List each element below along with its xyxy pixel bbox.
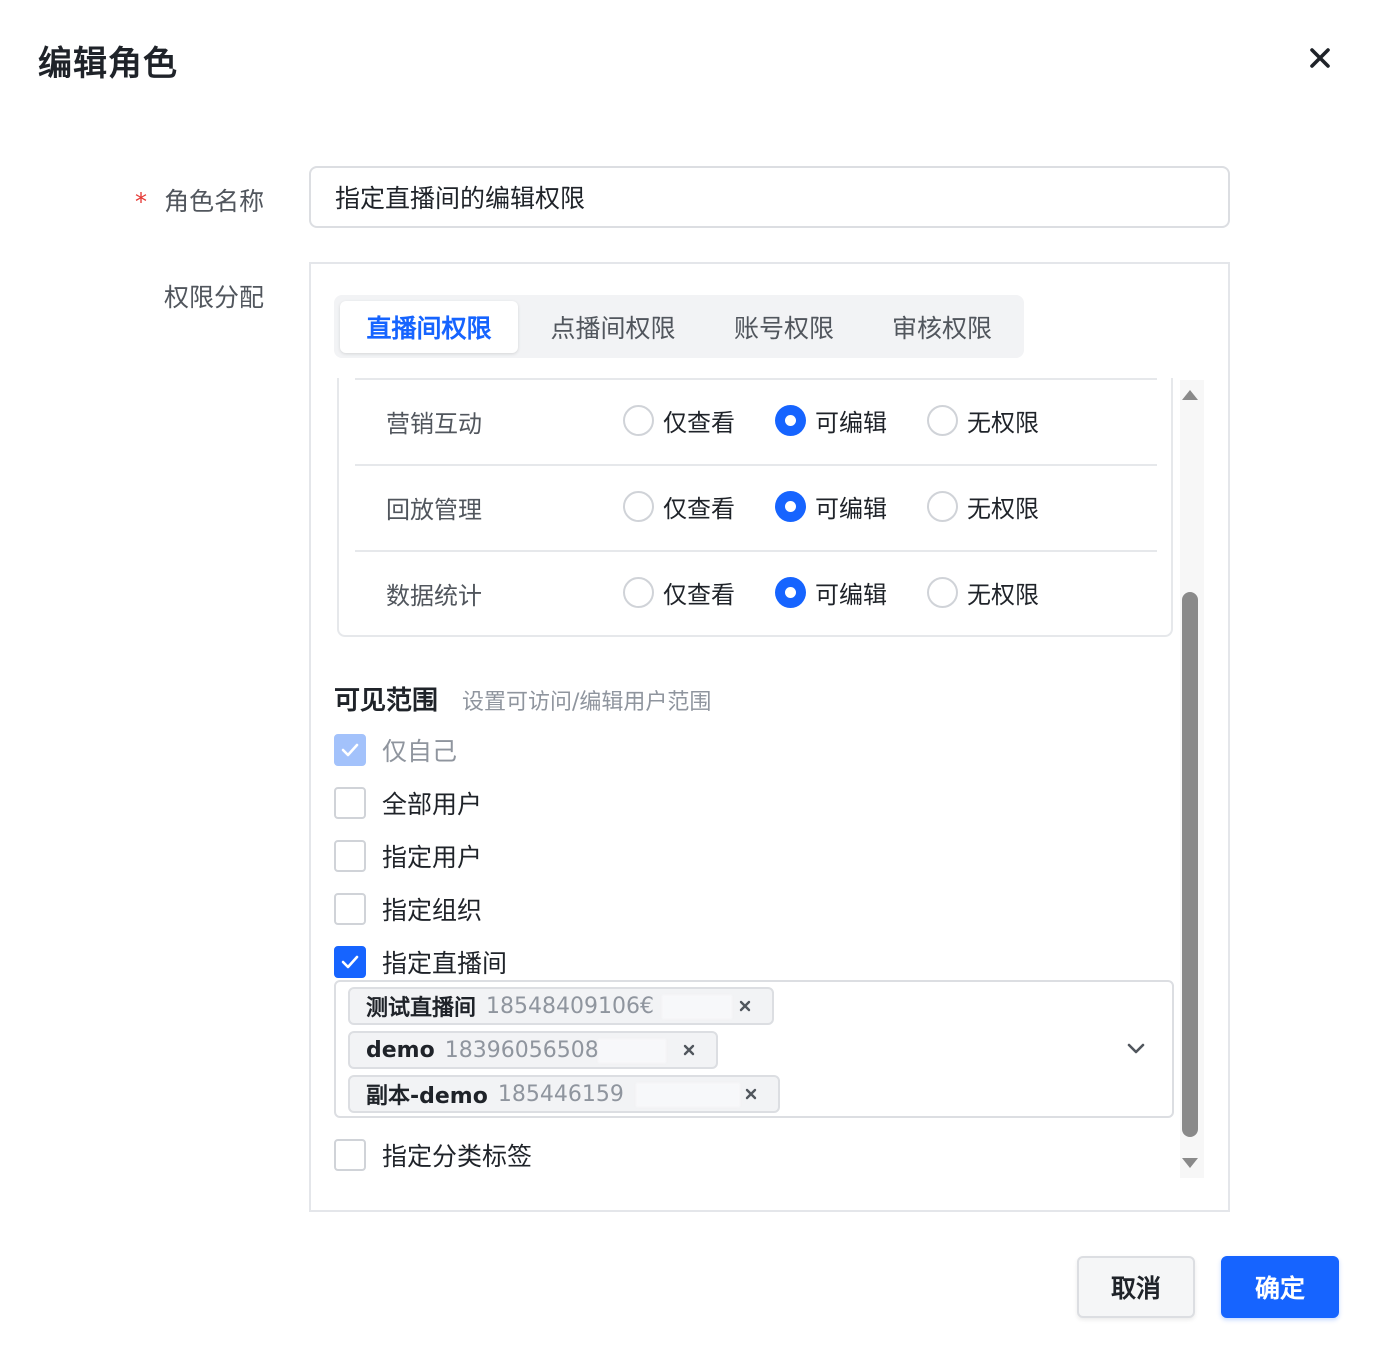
confirm-button[interactable]: 确定 <box>1221 1256 1339 1318</box>
scroll-down-arrow-icon[interactable] <box>1180 1152 1200 1174</box>
radio-label: 无权限 <box>967 581 1039 609</box>
dialog-title: 编辑角色 <box>38 44 178 84</box>
radio-view-only[interactable]: 仅查看 <box>623 403 735 438</box>
radio-label: 可编辑 <box>815 495 887 523</box>
row-label: 营销互动 <box>386 410 482 438</box>
chevron-down-icon[interactable] <box>1124 1036 1148 1060</box>
checkbox-label: 指定分类标签 <box>382 1142 533 1171</box>
tag-name: demo <box>366 1037 435 1063</box>
role-name-label: 角色名称 <box>164 187 265 216</box>
close-icon <box>1310 48 1330 68</box>
role-name-value: 指定直播间的编辑权限 <box>335 184 586 213</box>
row-label: 回放管理 <box>386 496 482 524</box>
tag-id: 18396056508 <box>444 1037 599 1063</box>
radio-label: 仅查看 <box>663 409 735 437</box>
role-name-label-group: * 角色名称 <box>135 182 264 218</box>
scroll-up-arrow-icon[interactable] <box>1180 384 1200 406</box>
checkbox-box <box>334 893 366 925</box>
selected-tag: 副本-demo 185446159 <box>348 1075 780 1113</box>
radio-circle <box>775 491 806 522</box>
checkbox-specified-category-tags[interactable]: 指定分类标签 <box>334 1137 532 1173</box>
permission-label: 权限分配 <box>164 283 265 312</box>
radio-label: 可编辑 <box>815 581 887 609</box>
checkbox-box <box>334 787 366 819</box>
required-mark: * <box>135 188 147 216</box>
tag-name: 测试直播间 <box>366 996 477 1021</box>
checkbox-label: 指定用户 <box>382 843 483 872</box>
checkbox-specified-users[interactable]: 指定用户 <box>334 838 482 874</box>
visibility-title: 可见范围 <box>334 686 439 716</box>
checkbox-box <box>334 840 366 872</box>
selected-tag: demo 18396056508 <box>348 1031 718 1069</box>
tab-vod[interactable]: 点播间权限 <box>534 301 692 353</box>
permission-row: 回放管理 仅查看 可编辑 无权限 <box>355 464 1157 550</box>
radio-circle <box>623 405 654 436</box>
radio-label: 无权限 <box>967 409 1039 437</box>
row-label: 数据统计 <box>386 582 482 610</box>
radio-circle <box>927 491 958 522</box>
radio-circle <box>623 491 654 522</box>
scrollbar-thumb[interactable] <box>1182 592 1198 1137</box>
selected-tag: 测试直播间 18548409106€ <box>348 987 774 1025</box>
radio-circle <box>775 577 806 608</box>
radio-circle <box>927 577 958 608</box>
checkbox-label: 全部用户 <box>382 790 483 819</box>
tab-review[interactable]: 审核权限 <box>870 301 1014 353</box>
radio-no-permission[interactable]: 无权限 <box>927 575 1039 610</box>
check-icon <box>341 743 359 757</box>
redaction-mask <box>662 995 732 1019</box>
checkbox-box <box>334 734 366 766</box>
tab-account[interactable]: 账号权限 <box>708 301 860 353</box>
radio-circle <box>623 577 654 608</box>
radio-editable[interactable]: 可编辑 <box>775 489 887 524</box>
radio-label: 仅查看 <box>663 495 735 523</box>
checkbox-all-users[interactable]: 全部用户 <box>334 785 482 821</box>
radio-view-only[interactable]: 仅查看 <box>623 489 735 524</box>
permission-table: 营销互动 仅查看 可编辑 无权限 回放管理 仅查看 可编辑 无权限 数据统计 仅… <box>337 378 1173 637</box>
checkbox-label: 指定直播间 <box>382 949 508 978</box>
radio-circle <box>927 405 958 436</box>
permission-tabs: 直播间权限 点播间权限 账号权限 审核权限 <box>334 295 1024 358</box>
tag-id: 185446159 <box>497 1081 624 1107</box>
tag-id: 18548409106€ <box>486 993 654 1019</box>
radio-view-only[interactable]: 仅查看 <box>623 575 735 610</box>
radio-label: 仅查看 <box>663 581 735 609</box>
radio-circle <box>775 405 806 436</box>
radio-editable[interactable]: 可编辑 <box>775 575 887 610</box>
live-room-select[interactable]: 测试直播间 18548409106€ demo 18396056508 副本-d… <box>334 980 1174 1118</box>
role-name-input[interactable]: 指定直播间的编辑权限 <box>309 166 1230 228</box>
redaction-mask <box>636 1083 740 1107</box>
radio-label: 无权限 <box>967 495 1039 523</box>
radio-editable[interactable]: 可编辑 <box>775 403 887 438</box>
checkbox-label: 指定组织 <box>382 896 483 925</box>
checkbox-specified-live-room[interactable]: 指定直播间 <box>334 944 507 980</box>
checkbox-label: 仅自己 <box>382 737 458 766</box>
checkbox-specified-org[interactable]: 指定组织 <box>334 891 482 927</box>
tag-name: 副本-demo <box>366 1084 488 1109</box>
tag-close-icon <box>739 1000 751 1012</box>
permission-row: 营销互动 仅查看 可编辑 无权限 <box>355 378 1157 464</box>
tag-close-icon <box>745 1088 757 1100</box>
tag-close-button[interactable] <box>678 1039 700 1061</box>
tag-close-button[interactable] <box>734 995 756 1017</box>
radio-label: 可编辑 <box>815 409 887 437</box>
visibility-subtitle: 设置可访问/编辑用户范围 <box>462 690 712 715</box>
cancel-button[interactable]: 取消 <box>1077 1256 1195 1318</box>
tag-close-icon <box>683 1044 695 1056</box>
check-icon <box>341 955 359 969</box>
redaction-mask <box>598 1039 666 1063</box>
tab-live-room[interactable]: 直播间权限 <box>340 301 518 353</box>
checkbox-box <box>334 946 366 978</box>
radio-no-permission[interactable]: 无权限 <box>927 489 1039 524</box>
checkbox-box <box>334 1139 366 1171</box>
close-button[interactable] <box>1298 40 1342 76</box>
permission-row: 数据统计 仅查看 可编辑 无权限 <box>355 550 1157 636</box>
checkbox-self-only[interactable]: 仅自己 <box>334 732 457 768</box>
radio-no-permission[interactable]: 无权限 <box>927 403 1039 438</box>
tag-close-button[interactable] <box>740 1083 762 1105</box>
